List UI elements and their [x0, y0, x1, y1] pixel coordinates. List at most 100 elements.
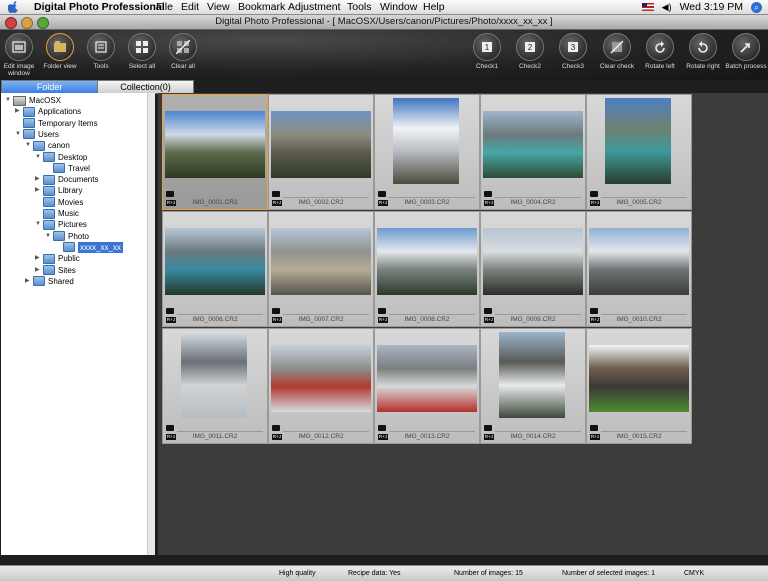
tree-item-travel[interactable]: Travel: [45, 163, 90, 174]
thumbnail-card[interactable]: R+J IMG_0008.CR2: [374, 211, 480, 327]
rotate-right-button[interactable]: Rotate right: [681, 33, 725, 70]
expanded-triangle-icon[interactable]: ▼: [15, 129, 23, 140]
thumbnail-filename: IMG_0005.CR2: [616, 199, 662, 206]
status-color-mode: CMYK: [684, 570, 705, 577]
close-window-button[interactable]: [5, 17, 17, 29]
tab-collection[interactable]: Collection(0): [97, 80, 194, 94]
tree-item-applications[interactable]: ▶ Applications: [15, 106, 81, 117]
thumbnail-card[interactable]: R+J IMG_0012.CR2: [268, 328, 374, 444]
thumbnail-filename: IMG_0001.CR2: [192, 199, 238, 206]
clear-all-button[interactable]: Clear all: [161, 33, 205, 70]
spotlight-icon[interactable]: ⌕: [751, 1, 762, 13]
thumbnail-image: [605, 98, 671, 184]
tree-item-temporary-items[interactable]: Temporary Items: [15, 118, 98, 129]
apple-menu-icon[interactable]: [8, 1, 19, 13]
menu-tools[interactable]: Tools: [347, 1, 372, 13]
thumbnail-image: [377, 228, 477, 295]
tab-folder[interactable]: Folder: [1, 80, 98, 94]
tree-item-sites[interactable]: ▶ Sites: [35, 265, 76, 276]
collapsed-triangle-icon[interactable]: ▶: [35, 174, 43, 185]
folder-view-icon: [46, 33, 74, 61]
expanded-triangle-icon[interactable]: ▼: [45, 231, 53, 242]
select-all-button[interactable]: Select all: [120, 33, 164, 70]
expanded-triangle-icon[interactable]: ▼: [25, 140, 33, 151]
camera-icon: [590, 191, 598, 197]
volume-icon[interactable]: ◀): [662, 2, 672, 13]
tree-item-label: canon: [48, 141, 70, 151]
folder-icon: [53, 163, 65, 174]
menu-edit[interactable]: Edit: [181, 1, 199, 13]
thumbnail-card[interactable]: R+J IMG_0003.CR2: [374, 94, 480, 210]
collapsed-triangle-icon[interactable]: ▶: [15, 106, 23, 117]
window-title: Digital Photo Professional - [ MacOSX/Us…: [215, 16, 553, 27]
tree-item-photo[interactable]: ▼ Photo: [45, 231, 89, 242]
tree-item-users[interactable]: ▼ Users: [15, 129, 59, 140]
thumbnail-divider: [177, 431, 263, 432]
tree-item-macosx[interactable]: ▼ MacOSX: [5, 95, 61, 106]
thumbnail-card[interactable]: R+J IMG_0006.CR2: [162, 211, 268, 327]
folder-icon: [53, 231, 65, 242]
clock[interactable]: Wed 3:19 PM: [680, 1, 743, 13]
tree-item-desktop[interactable]: ▼ Desktop: [35, 152, 87, 163]
thumbnail-card[interactable]: R+J IMG_0002.CR2: [268, 94, 374, 210]
batch-process-button[interactable]: Batch process: [724, 33, 768, 70]
menu-adjustment[interactable]: Adjustment: [288, 1, 341, 13]
check1-button[interactable]: 1 Check1: [465, 33, 509, 70]
collapsed-triangle-icon[interactable]: ▶: [35, 253, 43, 264]
thumbnail-card[interactable]: R+J IMG_0010.CR2: [586, 211, 692, 327]
folder-icon: [43, 265, 55, 275]
menu-view[interactable]: View: [207, 1, 230, 13]
collapsed-triangle-icon[interactable]: ▶: [35, 185, 43, 196]
tree-item-music[interactable]: Music: [35, 208, 79, 219]
expanded-triangle-icon[interactable]: ▼: [5, 95, 13, 106]
thumbnail-card[interactable]: R+J IMG_0005.CR2: [586, 94, 692, 210]
rotate-left-button[interactable]: Rotate left: [638, 33, 682, 70]
thumbnail-filename: IMG_0011.CR2: [192, 433, 238, 440]
thumbnail-image: [271, 345, 371, 412]
thumbnail-filename: IMG_0008.CR2: [404, 316, 450, 323]
tree-scrollbar[interactable]: [147, 93, 155, 555]
camera-icon: [272, 308, 280, 314]
menu-bookmark[interactable]: Bookmark: [238, 1, 285, 13]
thumbnail-filename: IMG_0007.CR2: [298, 316, 344, 323]
thumbnail-divider: [495, 197, 581, 198]
thumbnail-card[interactable]: R+J IMG_0007.CR2: [268, 211, 374, 327]
app-menu[interactable]: Digital Photo Professional: [34, 1, 165, 13]
minimize-window-button[interactable]: [21, 17, 33, 29]
tree-item-movies[interactable]: Movies: [35, 197, 83, 208]
tree-item-public[interactable]: ▶ Public: [35, 253, 80, 264]
thumbnail-card[interactable]: R+J IMG_0013.CR2: [374, 328, 480, 444]
tree-item-shared[interactable]: ▶ Shared: [25, 276, 74, 287]
thumbnail-card[interactable]: R+J IMG_0011.CR2: [162, 328, 268, 444]
menu-help[interactable]: Help: [423, 1, 445, 13]
tree-item-canon[interactable]: ▼ canon: [25, 140, 70, 151]
tools-button[interactable]: Tools: [79, 33, 123, 70]
menu-file[interactable]: File: [156, 1, 173, 13]
tree-item-documents[interactable]: ▶ Documents: [35, 174, 98, 185]
input-flag-icon[interactable]: [641, 3, 654, 11]
thumbnail-card[interactable]: R+J IMG_0001.CR2: [162, 94, 268, 210]
clear-check-button[interactable]: Clear check: [595, 33, 639, 70]
thumbnail-card[interactable]: R+J IMG_0009.CR2: [480, 211, 586, 327]
thumbnail-card[interactable]: R+J IMG_0014.CR2: [480, 328, 586, 444]
collapsed-triangle-icon[interactable]: ▶: [25, 276, 33, 287]
camera-icon: [166, 191, 174, 197]
thumbnail-card[interactable]: R+J IMG_0004.CR2: [480, 94, 586, 210]
menu-window[interactable]: Window: [380, 1, 417, 13]
tree-item-library[interactable]: ▶ Library: [35, 185, 82, 196]
expanded-triangle-icon[interactable]: ▼: [35, 219, 43, 230]
thumbnail-filename: IMG_0002.CR2: [298, 199, 344, 206]
zoom-window-button[interactable]: [37, 17, 49, 29]
check3-button[interactable]: 3 Check3: [551, 33, 595, 70]
folder-view-button[interactable]: Folder view: [38, 33, 82, 70]
tree-item-pictures[interactable]: ▼ Pictures: [35, 219, 87, 230]
camera-icon: [590, 308, 598, 314]
thumbnail-card[interactable]: R+J IMG_0015.CR2: [586, 328, 692, 444]
tree-item-xxxx-xx-xx[interactable]: xxxx_xx_xx: [55, 241, 123, 253]
thumbnail-filename: IMG_0006.CR2: [192, 316, 238, 323]
expanded-triangle-icon[interactable]: ▼: [35, 152, 43, 163]
edit-image-window-button[interactable]: Edit image window: [0, 33, 41, 77]
tree-item-label: Photo: [68, 231, 89, 241]
check2-button[interactable]: 2 Check2: [508, 33, 552, 70]
collapsed-triangle-icon[interactable]: ▶: [35, 265, 43, 276]
